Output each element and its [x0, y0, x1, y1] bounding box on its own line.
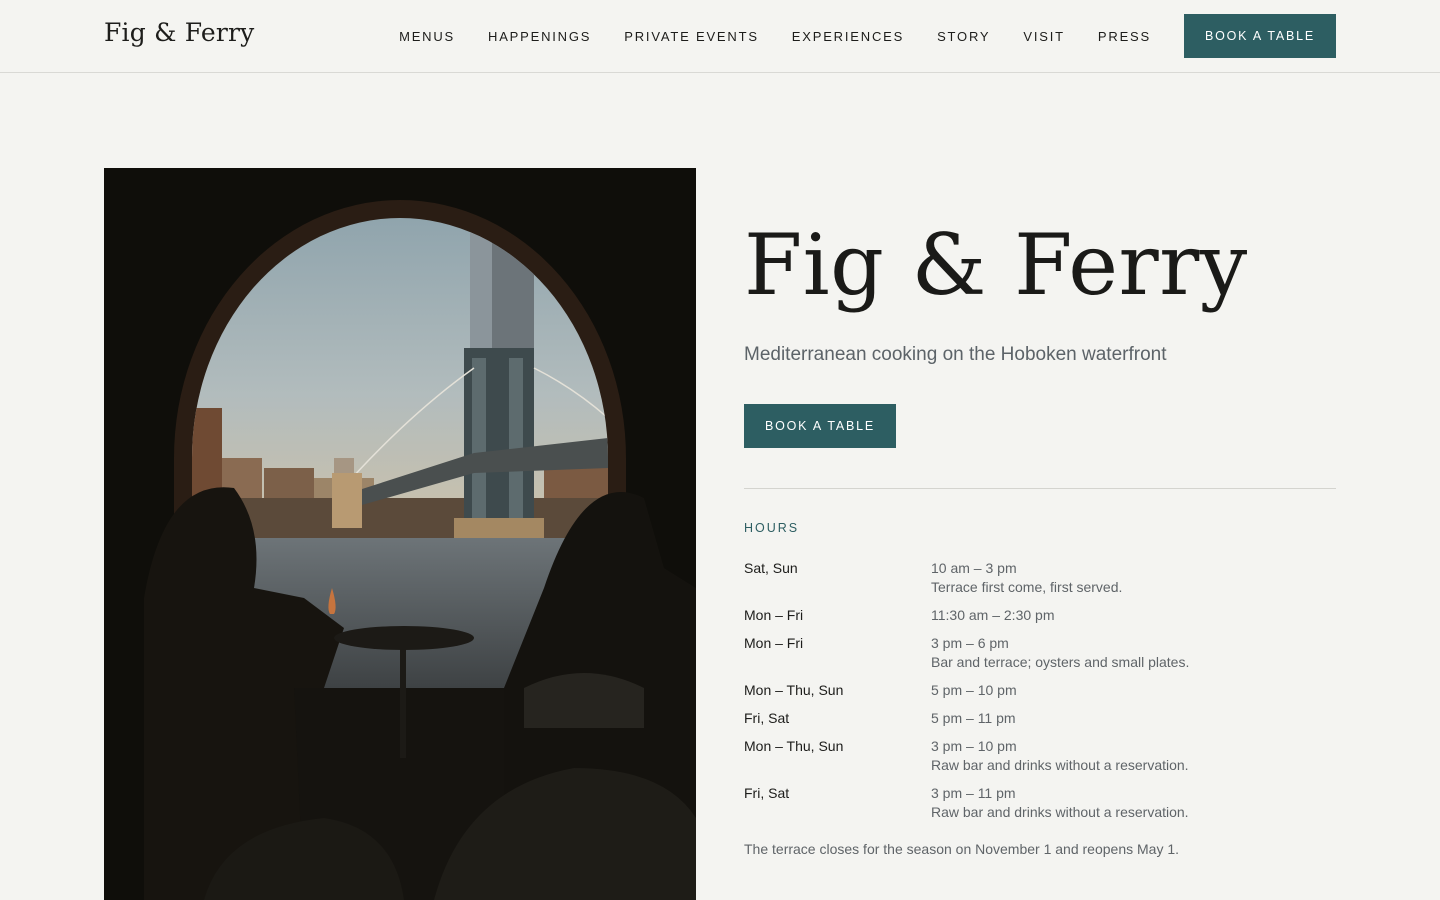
hours-day: Mon – Fri — [744, 635, 804, 651]
hours-note: Raw bar and drinks without a reservation… — [931, 804, 1189, 820]
hours-day: Mon – Thu, Sun — [744, 682, 844, 698]
nav-link-visit[interactable]: VISIT — [1023, 29, 1065, 44]
nav-link-private-events[interactable]: PRIVATE EVENTS — [624, 29, 759, 44]
hours-detail: 5 pm – 11 pm — [931, 709, 1016, 728]
hours-note: Terrace first come, first served. — [931, 579, 1123, 595]
hours-row: Mon – Thu, Sun 3 pm – 10 pm Raw bar and … — [744, 737, 1336, 775]
hours-table: Sat, Sun 10 am – 3 pm Terrace first come… — [744, 559, 1336, 831]
hours-time: 10 am – 3 pm — [931, 560, 1017, 576]
nav-link-press[interactable]: PRESS — [1098, 29, 1151, 44]
hours-time: 3 pm – 10 pm — [931, 738, 1017, 754]
hours-time: 3 pm – 11 pm — [931, 785, 1016, 801]
logo-link[interactable]: Fig & Ferry — [104, 18, 255, 47]
hours-time: 5 pm – 10 pm — [931, 682, 1017, 698]
page-title: Fig & Ferry — [744, 216, 1248, 314]
hours-day: Fri, Sat — [744, 785, 790, 801]
hours-detail: 11:30 am – 2:30 pm — [931, 606, 1054, 625]
hours-day: Mon – Thu, Sun — [744, 738, 844, 754]
hours-row: Mon – Thu, Sun 5 pm – 10 pm — [744, 681, 1336, 700]
hero-photo — [104, 168, 696, 900]
hours-row: Mon – Fri 11:30 am – 2:30 pm — [744, 606, 1336, 625]
hours-day: Mon – Fri — [744, 607, 804, 623]
hours-detail: 3 pm – 6 pm Bar and terrace; oysters and… — [931, 634, 1189, 672]
hours-detail: 5 pm – 10 pm — [931, 681, 1017, 700]
hours-time: 5 pm – 11 pm — [931, 710, 1016, 726]
hours-row: Fri, Sat 5 pm – 11 pm — [744, 709, 1336, 728]
hours-day: Fri, Sat — [744, 710, 790, 726]
hours-heading: HOURS — [744, 521, 800, 535]
site-header: Fig & Ferry MENUS HAPPENINGS PRIVATE EVE… — [0, 0, 1440, 73]
header-book-table-button[interactable]: BOOK A TABLE — [1184, 14, 1336, 58]
hours-time: 3 pm – 6 pm — [931, 635, 1009, 651]
hours-detail: 10 am – 3 pm Terrace first come, first s… — [931, 559, 1122, 597]
terrace-season-note: The terrace closes for the season on Nov… — [744, 841, 1180, 857]
nav-link-happenings[interactable]: HAPPENINGS — [488, 29, 591, 44]
nav-link-experiences[interactable]: EXPERIENCES — [792, 29, 904, 44]
hours-detail: 3 pm – 11 pm Raw bar and drinks without … — [931, 784, 1189, 822]
hours-detail: 3 pm – 10 pm Raw bar and drinks without … — [931, 737, 1189, 775]
hero-book-table-button[interactable]: BOOK A TABLE — [744, 404, 896, 448]
nav-link-menus[interactable]: MENUS — [399, 29, 455, 44]
bridge-through-arch-photo — [104, 168, 696, 900]
hours-row: Fri, Sat 3 pm – 11 pm Raw bar and drinks… — [744, 784, 1336, 822]
nav-link-story[interactable]: STORY — [937, 29, 990, 44]
hours-note: Raw bar and drinks without a reservation… — [931, 757, 1189, 773]
page-subtitle: Mediterranean cooking on the Hoboken wat… — [744, 344, 1167, 365]
main-nav: MENUS HAPPENINGS PRIVATE EVENTS EXPERIEN… — [399, 0, 1336, 72]
hours-day: Sat, Sun — [744, 560, 798, 576]
hours-row: Mon – Fri 3 pm – 6 pm Bar and terrace; o… — [744, 634, 1336, 672]
hours-time: 11:30 am – 2:30 pm — [931, 607, 1055, 623]
section-divider — [744, 488, 1336, 489]
hours-row: Sat, Sun 10 am – 3 pm Terrace first come… — [744, 559, 1336, 597]
hours-note: Bar and terrace; oysters and small plate… — [931, 654, 1190, 670]
